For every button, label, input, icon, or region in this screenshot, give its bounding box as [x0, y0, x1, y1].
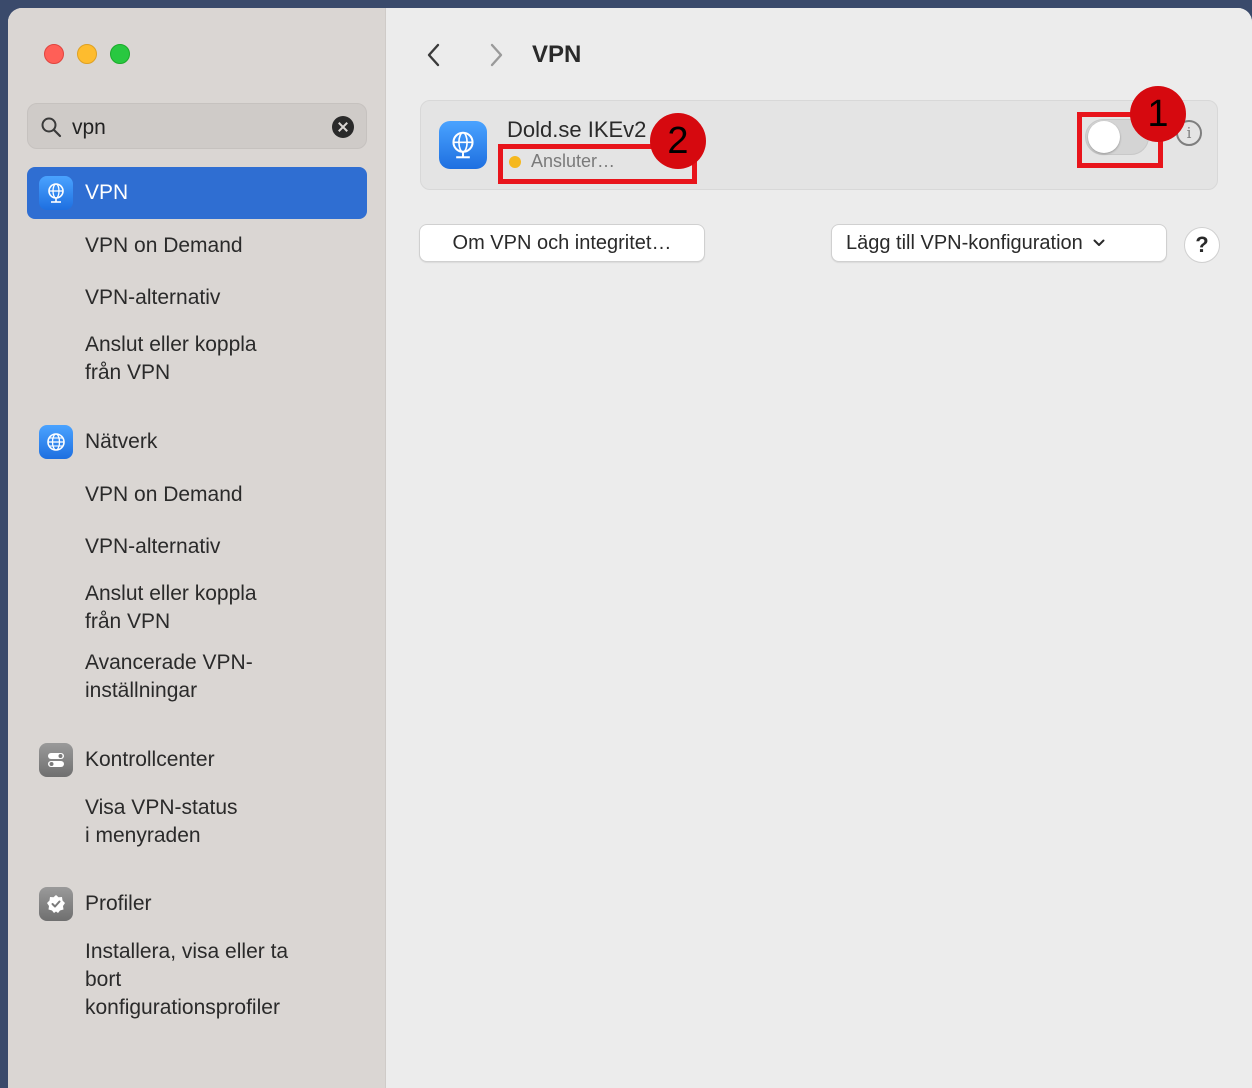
- sidebar-item-profiles[interactable]: Profiler: [27, 878, 367, 930]
- network-globe-icon: [39, 425, 73, 459]
- profiles-badge-icon: [39, 887, 73, 921]
- window-controls: [44, 44, 130, 64]
- chevron-left-icon: [427, 43, 440, 67]
- annotation-badge-2: 2: [650, 113, 706, 169]
- sidebar-item-network[interactable]: Nätverk: [27, 416, 367, 468]
- vpn-globe-icon: [439, 121, 487, 169]
- back-button[interactable]: [410, 30, 458, 80]
- sidebar-subitem[interactable]: Installera, visa eller ta bort konfigura…: [27, 938, 367, 1022]
- search-field[interactable]: vpn: [27, 103, 367, 149]
- annotation-badge-1: 1: [1130, 86, 1186, 142]
- clear-search-icon[interactable]: [332, 116, 354, 138]
- sidebar-subitem[interactable]: Anslut eller koppla från VPN: [27, 580, 367, 636]
- sidebar-subitem[interactable]: Avancerade VPN- inställningar: [27, 649, 367, 705]
- about-vpn-privacy-button[interactable]: Om VPN och integritet…: [419, 224, 705, 262]
- sidebar-item-label: VPN: [85, 181, 129, 204]
- toolbar: VPN: [386, 30, 581, 80]
- search-icon: [41, 117, 62, 138]
- vpn-name: Dold.se IKEv2: [507, 117, 647, 142]
- sidebar-item-label: Kontrollcenter: [85, 748, 215, 771]
- close-window-button[interactable]: [44, 44, 64, 64]
- sidebar-subitem[interactable]: VPN on Demand: [27, 232, 367, 260]
- sidebar-subitem[interactable]: VPN on Demand: [27, 481, 367, 509]
- sidebar-item-control-center[interactable]: Kontrollcenter: [27, 734, 367, 786]
- main-content: VPN Dold.se IKEv2 Ansluter… i Om VPN och…: [386, 8, 1252, 1088]
- help-button[interactable]: ?: [1184, 227, 1220, 263]
- chevron-right-icon: [490, 43, 503, 67]
- control-center-icon: [39, 743, 73, 777]
- search-input[interactable]: vpn: [72, 116, 106, 140]
- sidebar: vpn VPN VPN on Demand VPN-alternativ Ans…: [8, 8, 386, 1088]
- sidebar-subitem[interactable]: VPN-alternativ: [27, 533, 367, 561]
- page-title: VPN: [532, 41, 582, 68]
- sidebar-item-label: Nätverk: [85, 430, 158, 453]
- forward-button[interactable]: [472, 30, 520, 80]
- minimize-window-button[interactable]: [77, 44, 97, 64]
- sidebar-item-label: Profiler: [85, 892, 152, 915]
- sidebar-subitem[interactable]: Visa VPN-status i menyraden: [27, 794, 367, 850]
- add-vpn-configuration-popup[interactable]: Lägg till VPN-konfiguration: [831, 224, 1167, 262]
- sidebar-subitem[interactable]: Anslut eller koppla från VPN: [27, 331, 367, 387]
- sidebar-item-vpn[interactable]: VPN: [27, 167, 367, 219]
- zoom-window-button[interactable]: [110, 44, 130, 64]
- settings-window: vpn VPN VPN on Demand VPN-alternativ Ans…: [8, 8, 1252, 1088]
- add-vpn-label: Lägg till VPN-konfiguration: [846, 231, 1083, 254]
- chevron-down-icon: [1093, 239, 1105, 246]
- sidebar-subitem[interactable]: VPN-alternativ: [27, 284, 367, 312]
- vpn-globe-icon: [39, 176, 73, 210]
